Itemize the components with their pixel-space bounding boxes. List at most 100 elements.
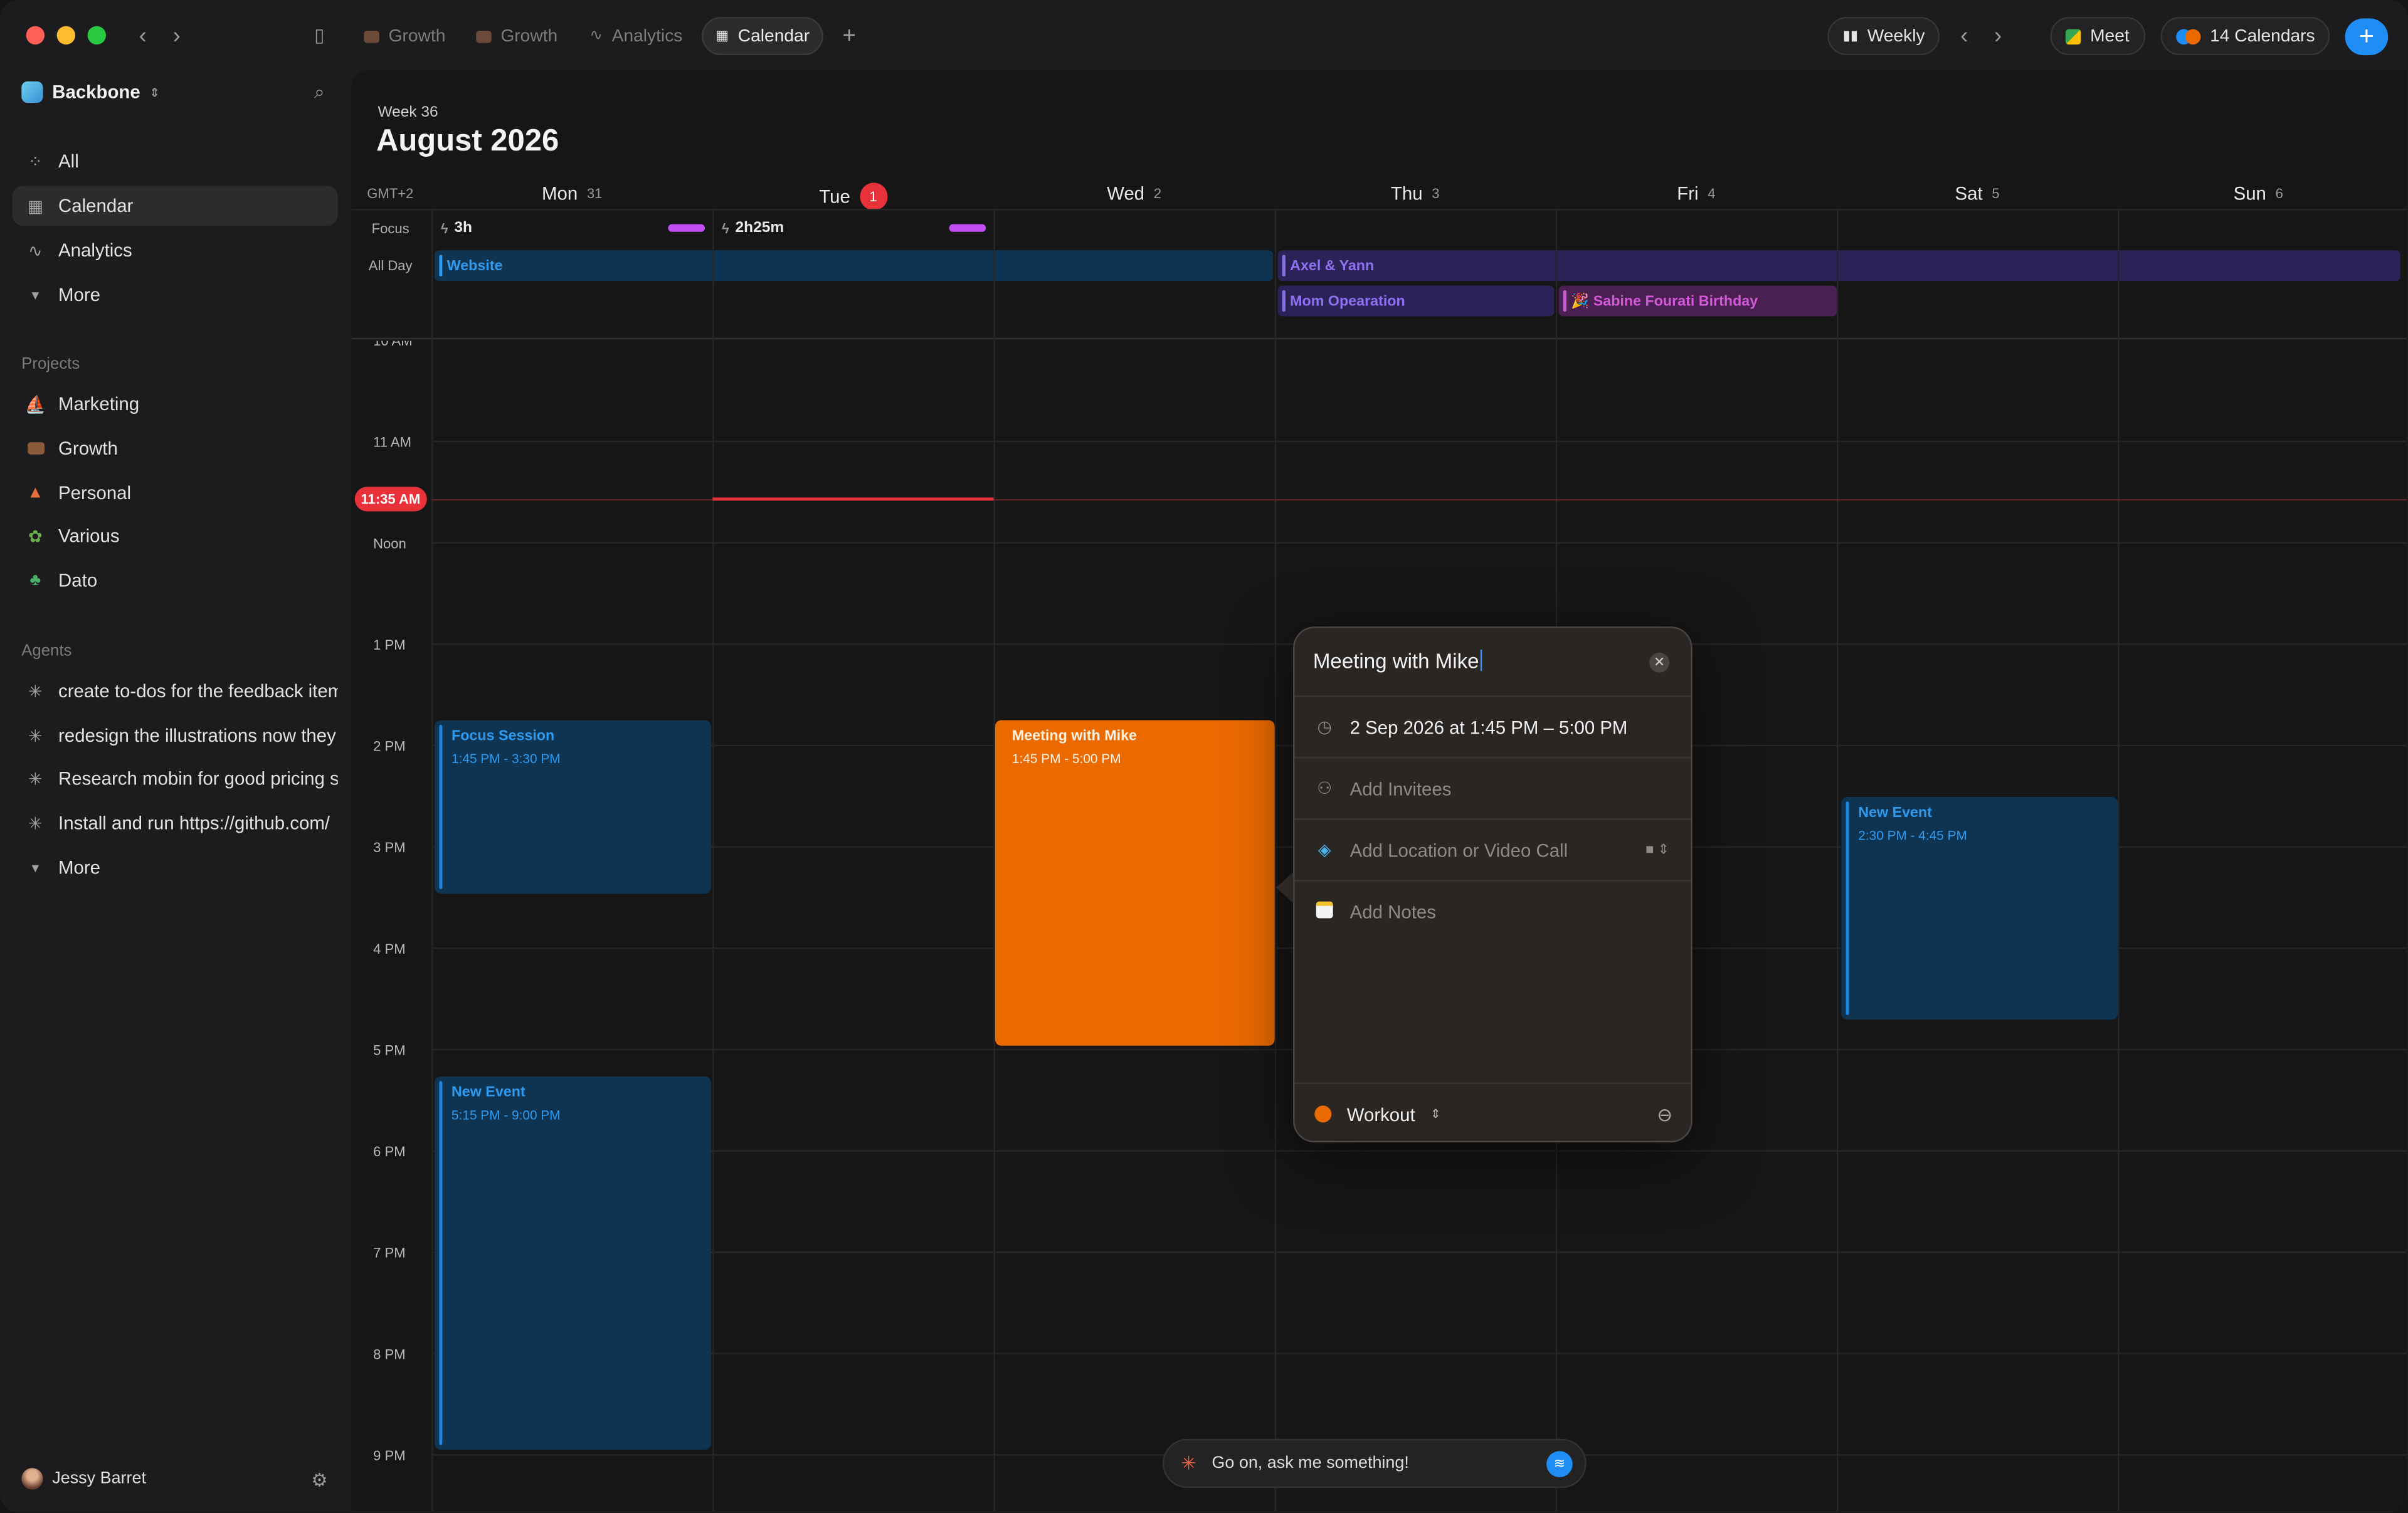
calendars-button[interactable]: 14 Calendars xyxy=(2160,16,2331,56)
sidebar-item-analytics[interactable]: ∿ Analytics xyxy=(13,230,338,270)
focus-tue[interactable]: ϟ 2h25m xyxy=(722,219,784,236)
tab-label: Calendar xyxy=(737,26,810,46)
invitees-field[interactable]: ⚇ Add Invitees xyxy=(1294,757,1691,818)
forward-arrow-icon[interactable]: › xyxy=(164,23,189,49)
sidebar-item-agents-more[interactable]: ▼ More xyxy=(13,848,338,888)
event-title-input[interactable]: Meeting with Mike xyxy=(1313,649,1482,673)
analytics-icon: ∿ xyxy=(28,241,43,261)
sidebar-item-agent[interactable]: ✳ Research mobin for good pricing s xyxy=(13,759,338,799)
sidebar-item-various[interactable]: ✿ Various xyxy=(13,516,338,556)
sidebar-item-all[interactable]: ⁘ All xyxy=(13,141,338,181)
event-title: New Event xyxy=(452,1083,525,1101)
day-header-wed[interactable]: Wed 2 xyxy=(994,182,1275,204)
meet-button[interactable]: Meet xyxy=(2050,16,2145,56)
sidebar-item-calendar[interactable]: ▦ Calendar xyxy=(12,186,338,226)
user-profile[interactable]: Jessy Barret xyxy=(21,1468,146,1490)
add-event-button[interactable]: + xyxy=(2345,18,2389,56)
chevron-down-icon: ▼ xyxy=(29,288,42,302)
calendar-color-dot xyxy=(1314,1105,1332,1123)
event-datetime-field[interactable]: ◷ 2 Sep 2026 at 1:45 PM – 5:00 PM xyxy=(1294,695,1691,757)
minimize-window-button[interactable] xyxy=(56,26,76,45)
calendar-picker[interactable]: Workout ⇕ ⊖ xyxy=(1294,1082,1691,1144)
tab-growth-1[interactable]: Growth xyxy=(352,17,458,55)
calendars-icon xyxy=(2176,28,2201,44)
notes-icon xyxy=(1314,901,1334,923)
event-title: Meeting with Mike xyxy=(1011,727,1137,745)
day-header-sun[interactable]: Sun 6 xyxy=(2118,182,2399,204)
sidebar-item-label: Various xyxy=(58,525,120,547)
focus-mon[interactable]: ϟ 3h xyxy=(441,219,472,236)
new-tab-icon[interactable]: + xyxy=(837,23,862,49)
tab-growth-2[interactable]: Growth xyxy=(464,17,570,55)
event-new-event-sat[interactable]: New Event 2:30 PM - 4:45 PM xyxy=(1841,797,2118,1020)
day-header-fri[interactable]: Fri 4 xyxy=(1556,182,1837,204)
day-header-tue[interactable]: Tue 1 xyxy=(712,182,993,211)
allday-event-website[interactable]: Website xyxy=(435,250,1274,282)
event-meeting-with-mike[interactable]: Meeting with Mike 1:45 PM - 5:00 PM xyxy=(995,720,1275,1046)
notes-placeholder: Add Notes xyxy=(1349,901,1436,923)
all-icon: ⁘ xyxy=(28,152,43,172)
agents-heading: Agents xyxy=(21,641,72,661)
sidebar-item-agent[interactable]: ✳ redesign the illustrations now they xyxy=(13,715,338,756)
next-week-icon[interactable]: › xyxy=(1986,23,2010,49)
growth-project-icon xyxy=(476,29,492,43)
grid-column-line xyxy=(431,209,433,1511)
notes-field[interactable]: Add Notes xyxy=(1294,880,1691,1082)
back-arrow-icon[interactable]: ‹ xyxy=(130,23,155,49)
gear-icon[interactable]: ⚙ xyxy=(307,1468,332,1492)
event-new-event-mon[interactable]: New Event 5:15 PM - 9:00 PM xyxy=(435,1076,711,1450)
voice-waveform-icon[interactable]: ≋ xyxy=(1546,1451,1573,1477)
sidebar-item-more[interactable]: ▼ More xyxy=(13,275,338,315)
event-focus-session[interactable]: Focus Session 1:45 PM - 3:30 PM xyxy=(435,720,711,894)
day-number: 5 xyxy=(1992,186,2000,201)
hour-label: 11 AM xyxy=(373,435,411,450)
ask-ai-input[interactable]: ✳ Go on, ask me something! ≋ xyxy=(1162,1438,1587,1489)
hour-label: 9 PM xyxy=(373,1448,406,1463)
hour-label: Noon xyxy=(373,535,406,552)
tab-analytics[interactable]: ∿ Analytics xyxy=(578,17,695,55)
day-header-thu[interactable]: Thu 3 xyxy=(1275,182,1556,204)
hour-label: 1 PM xyxy=(373,637,406,653)
day-header-sat[interactable]: Sat 5 xyxy=(1837,182,2118,204)
hour-label: 3 PM xyxy=(373,840,406,856)
zoom-window-button[interactable] xyxy=(87,26,106,45)
allday-event-mom-operation[interactable]: Mom Opearation xyxy=(1277,285,1555,317)
day-number: 2 xyxy=(1153,186,1162,201)
hour-line xyxy=(431,1150,2407,1152)
sidebar-item-agent[interactable]: ✳ Install and run https://github.com/ xyxy=(13,803,338,843)
sidebar-item-marketing[interactable]: ⛵ Marketing xyxy=(13,384,338,424)
sidebar-item-label: Marketing xyxy=(58,393,140,415)
day-header-mon[interactable]: Mon 31 xyxy=(431,182,712,204)
clock-icon: ◷ xyxy=(1317,719,1333,737)
workspace-switcher[interactable]: Backbone ⇕ xyxy=(21,81,160,103)
video-call-icon[interactable]: ■ ⇕ xyxy=(1645,841,1669,858)
day-name: Sat xyxy=(1955,182,1983,204)
grid-column-line xyxy=(1274,209,1277,1511)
page-title: August 2026 xyxy=(376,124,559,159)
sidebar-item-personal[interactable]: ▲ Personal xyxy=(13,473,338,513)
hour-line xyxy=(431,1352,2407,1355)
day-number: 6 xyxy=(2275,186,2283,201)
sidebar-item-label: Install and run https://github.com/ xyxy=(58,812,330,834)
tab-calendar[interactable]: ▦ Calendar xyxy=(702,16,824,56)
sidebar-item-agent[interactable]: ✳ create to-dos for the feedback items xyxy=(13,671,338,711)
hour-label: 10 AM xyxy=(373,333,413,349)
tab-label: Growth xyxy=(500,26,558,46)
chevron-down-icon: ▼ xyxy=(29,860,42,875)
allday-event-axel-yann[interactable]: Axel & Yann xyxy=(1277,250,2400,282)
hour-label: 5 PM xyxy=(373,1042,406,1058)
view-selector[interactable]: ▮▮ Weekly xyxy=(1827,16,1941,56)
close-icon[interactable]: ✕ xyxy=(1649,652,1670,673)
previous-week-icon[interactable]: ‹ xyxy=(1952,23,1977,49)
sidebar-item-label: Growth xyxy=(58,437,118,460)
sidebar-item-dato[interactable]: ♣ Dato xyxy=(13,561,338,601)
close-window-button[interactable] xyxy=(26,26,45,45)
sidebar-toggle-icon[interactable]: ▯ xyxy=(307,23,332,48)
title-bar: ‹ › ▯ Growth Growth ∿ Analytics ▦ Calend… xyxy=(0,0,2408,71)
minus-circle-icon[interactable]: ⊖ xyxy=(1657,1104,1672,1125)
sidebar-item-growth[interactable]: Growth xyxy=(13,428,338,468)
location-field[interactable]: ◈ Add Location or Video Call ■ ⇕ xyxy=(1294,818,1691,880)
allday-event-birthday[interactable]: 🎉 Sabine Fourati Birthday xyxy=(1558,285,1837,317)
day-name: Fri xyxy=(1677,182,1699,204)
search-icon[interactable]: ⌕ xyxy=(307,80,332,104)
